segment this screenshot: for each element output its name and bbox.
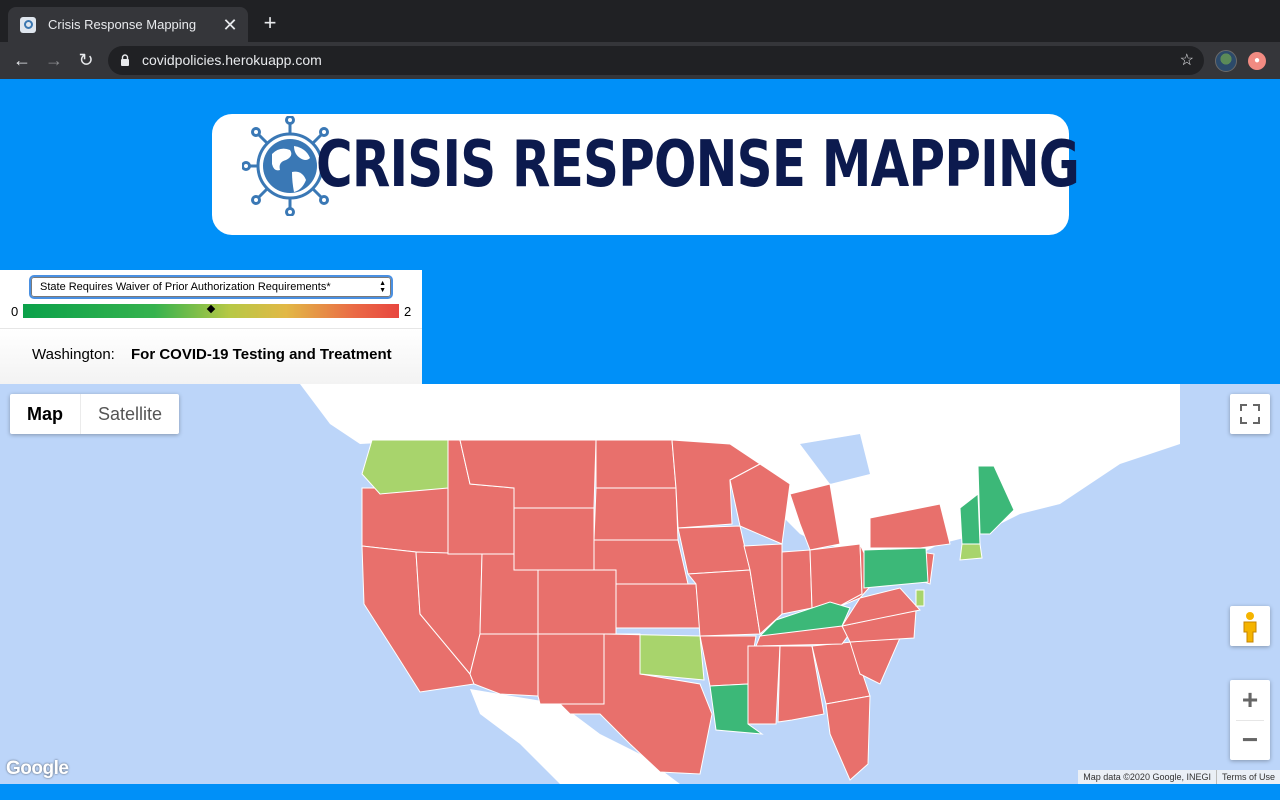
street-view-pegman-button[interactable] xyxy=(1230,606,1270,646)
policy-select-value: State Requires Waiver of Prior Authoriza… xyxy=(40,281,331,293)
google-logo: Google xyxy=(6,758,69,779)
reload-button[interactable]: ↻ xyxy=(74,48,98,72)
terms-of-use-link[interactable]: Terms of Use xyxy=(1215,770,1280,784)
url-text: covidpolicies.herokuapp.com xyxy=(142,52,322,68)
state-wyoming[interactable] xyxy=(513,507,595,571)
state-kansas[interactable] xyxy=(615,583,701,629)
close-tab-icon[interactable]: ✕ xyxy=(222,16,238,34)
state-iowa[interactable] xyxy=(677,525,751,575)
site-logo-text: CRISIS RESPONSE MAPPING xyxy=(316,128,1080,202)
state-missouri[interactable] xyxy=(687,569,761,637)
select-arrows-icon: ▲ ▼ xyxy=(379,280,386,294)
scale-max-label: 2 xyxy=(404,304,412,319)
back-button[interactable]: ← xyxy=(10,48,34,72)
state-north-dakota[interactable] xyxy=(595,439,677,489)
state-washington[interactable] xyxy=(361,439,449,495)
map-type-satellite-button[interactable]: Satellite xyxy=(80,394,179,434)
profile-avatar[interactable] xyxy=(1215,50,1237,72)
bookmark-star-icon[interactable]: ☆ xyxy=(1180,46,1194,75)
us-choropleth-map[interactable] xyxy=(0,384,1280,784)
zoom-out-button[interactable]: − xyxy=(1230,720,1270,760)
color-scale-bar xyxy=(23,304,399,318)
state-delaware[interactable] xyxy=(915,589,925,607)
state-info-box: Washington: For COVID-19 Testing and Tre… xyxy=(0,328,422,384)
state-mississippi[interactable] xyxy=(747,645,781,725)
zoom-in-button[interactable]: + xyxy=(1230,680,1270,720)
policy-select[interactable]: State Requires Waiver of Prior Authoriza… xyxy=(29,275,393,299)
state-arizona[interactable] xyxy=(469,633,539,697)
state-indiana[interactable] xyxy=(781,549,813,615)
map-type-map-button[interactable]: Map xyxy=(10,394,80,434)
state-oregon[interactable] xyxy=(361,487,449,555)
pegman-icon xyxy=(1243,612,1257,643)
scale-min-label: 0 xyxy=(11,304,19,319)
browser-toolbar: ← → ↻ covidpolicies.herokuapp.com ☆ ● xyxy=(0,42,1280,79)
address-bar[interactable]: covidpolicies.herokuapp.com ☆ xyxy=(108,46,1204,75)
state-florida[interactable] xyxy=(825,695,871,781)
control-panel: State Requires Waiver of Prior Authoriza… xyxy=(0,270,422,384)
map-type-control: Map Satellite xyxy=(10,394,180,434)
state-colorado[interactable] xyxy=(537,569,617,635)
tab-title: Crisis Response Mapping xyxy=(48,17,197,32)
state-massachusetts[interactable] xyxy=(959,543,983,561)
site-favicon-icon xyxy=(20,16,36,33)
browser-tab-bar: Crisis Response Mapping ✕ + xyxy=(0,0,1280,42)
map-attribution: Map data ©2020 Google, INEGI Terms of Us… xyxy=(1078,770,1280,784)
map-view[interactable]: Map Satellite + − Google Map data ©2020 … xyxy=(0,384,1280,784)
extension-icon[interactable]: ● xyxy=(1248,52,1266,70)
page-body: CRISIS RESPONSE MAPPING State Requires W… xyxy=(0,79,1280,800)
zoom-control: + − xyxy=(1230,680,1270,760)
fullscreen-button[interactable] xyxy=(1230,394,1270,434)
state-pennsylvania[interactable] xyxy=(863,547,929,589)
map-data-credit: Map data ©2020 Google, INEGI xyxy=(1083,772,1211,782)
logo-banner: CRISIS RESPONSE MAPPING xyxy=(212,114,1080,235)
state-south-dakota[interactable] xyxy=(593,487,679,541)
state-new-mexico[interactable] xyxy=(537,633,605,705)
browser-tab[interactable]: Crisis Response Mapping ✕ xyxy=(8,7,248,42)
state-name: Washington: xyxy=(32,346,115,363)
scale-marker xyxy=(206,304,216,314)
state-policy-value: For COVID-19 Testing and Treatment xyxy=(131,346,392,363)
forward-button[interactable]: → xyxy=(42,48,66,72)
new-tab-button[interactable]: + xyxy=(258,12,282,34)
lock-icon xyxy=(121,54,129,66)
fullscreen-icon xyxy=(1240,404,1260,424)
